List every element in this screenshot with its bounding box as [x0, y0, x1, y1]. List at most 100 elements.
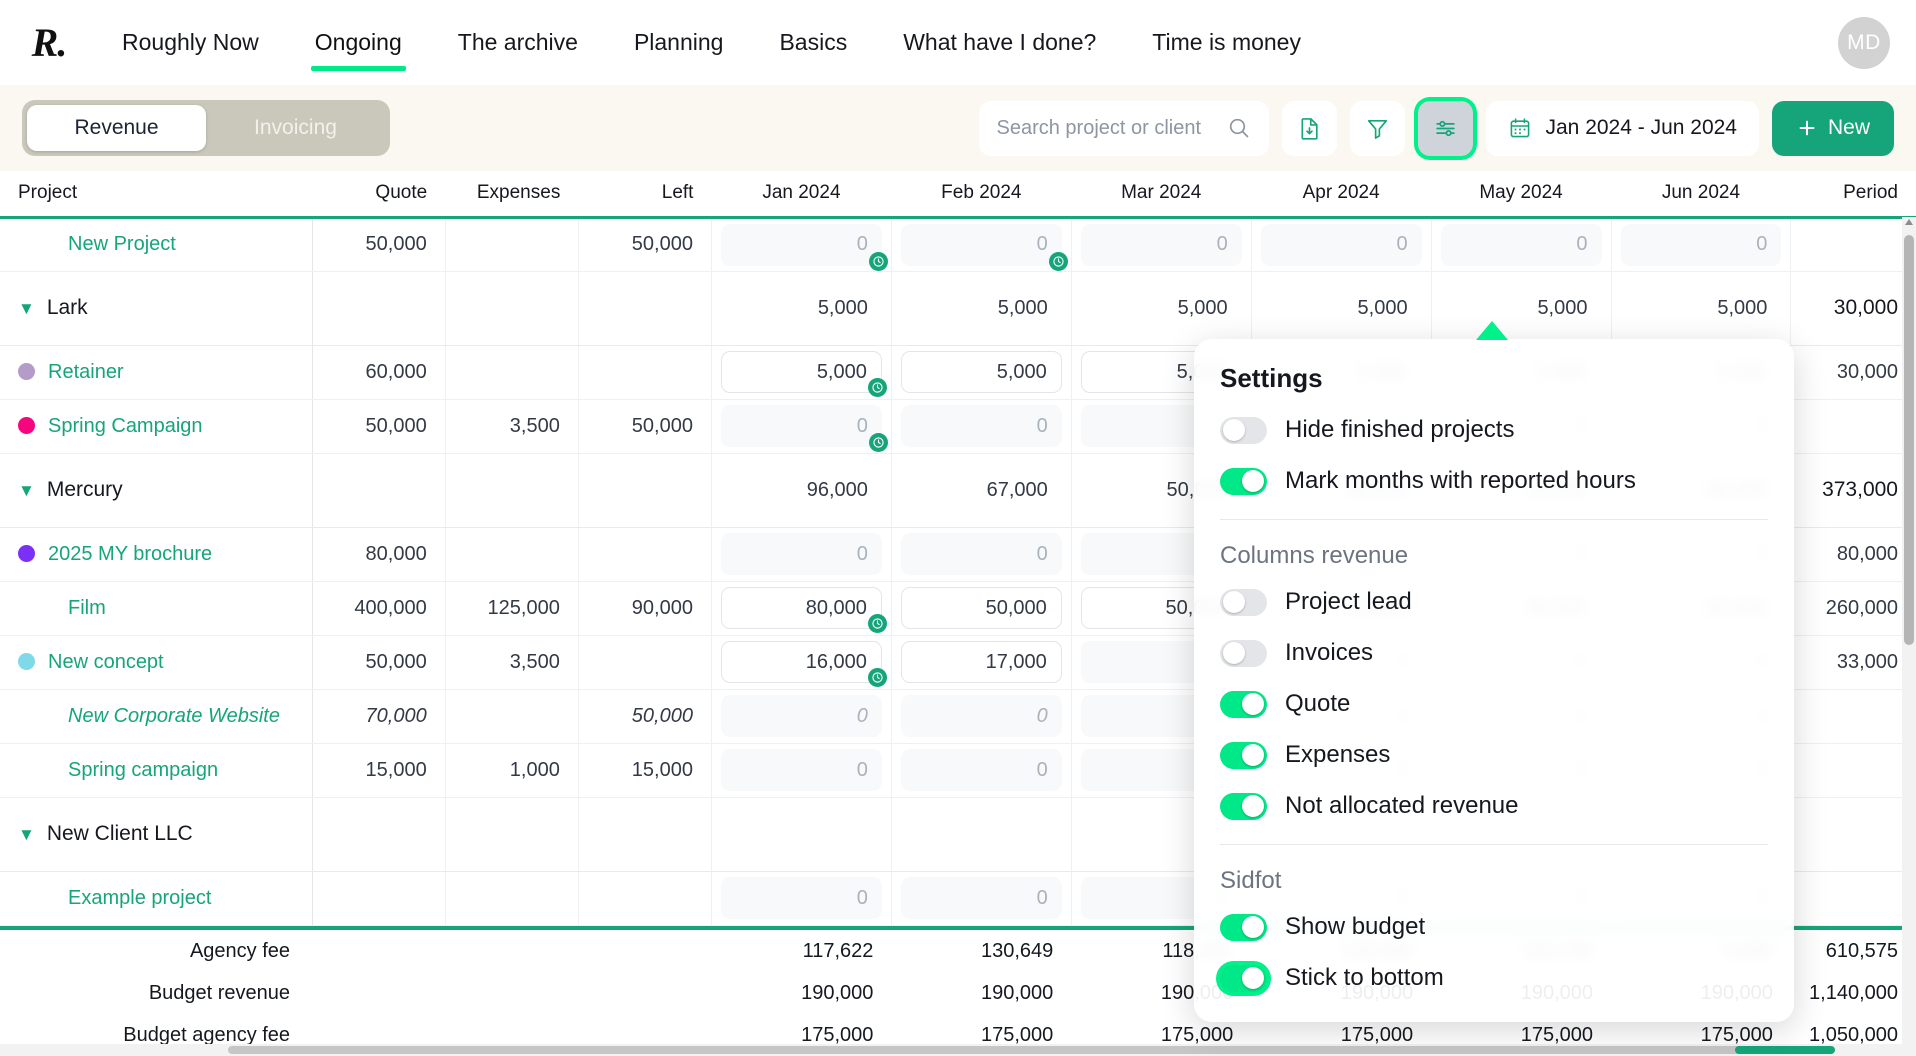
nav-item-roughly-now[interactable]: Roughly Now: [120, 23, 261, 62]
cell-month-1[interactable]: 96,000: [711, 453, 892, 528]
cell-expenses[interactable]: 125,000: [445, 581, 579, 636]
cell-month-2[interactable]: 0: [891, 743, 1072, 798]
cell-left[interactable]: [578, 453, 712, 528]
cell-quote[interactable]: 70,000: [312, 689, 446, 744]
month-input[interactable]: 0: [720, 877, 882, 919]
cell-month-2[interactable]: 0: [891, 217, 1072, 272]
cell-project-name[interactable]: New concept: [0, 635, 313, 690]
cell-month-1[interactable]: 5,000: [711, 345, 892, 400]
cell-month-1[interactable]: 5,000: [711, 271, 892, 346]
footer-toggle-show-budget[interactable]: Show budget: [1220, 913, 1768, 941]
cell-left[interactable]: [578, 635, 712, 690]
month-input[interactable]: 5,000: [720, 351, 887, 397]
column-header-month-4[interactable]: Apr 2024: [1251, 171, 1432, 219]
cell-project-name[interactable]: New Project: [0, 217, 313, 272]
cell-month-5[interactable]: 5,000: [1431, 271, 1612, 346]
project-name-label[interactable]: Spring Campaign: [48, 415, 203, 437]
toggle-switch[interactable]: [1220, 741, 1267, 769]
month-input[interactable]: 5,000: [900, 351, 1062, 393]
cell-period[interactable]: 33,000: [1790, 635, 1916, 690]
project-name-label[interactable]: New Project: [68, 233, 176, 255]
cell-project-name[interactable]: Spring Campaign: [0, 399, 313, 454]
search-input[interactable]: Search project or client: [978, 100, 1269, 156]
month-input[interactable]: 0: [720, 695, 882, 737]
month-input[interactable]: 0: [1620, 223, 1782, 266]
chevron-down-icon[interactable]: ▼: [18, 299, 35, 319]
cell-month-1[interactable]: 0: [711, 399, 892, 454]
cell-quote[interactable]: 50,000: [312, 635, 446, 690]
cell-period[interactable]: 373,000: [1790, 453, 1916, 528]
cell-quote[interactable]: 400,000: [312, 581, 446, 636]
month-input[interactable]: 17,000: [900, 641, 1062, 683]
cell-month-2[interactable]: 5,000: [891, 345, 1072, 400]
cell-period[interactable]: 80,000: [1790, 527, 1916, 582]
column-header-month-1[interactable]: Jan 2024: [711, 171, 892, 219]
cell-expenses[interactable]: 1,000: [445, 743, 579, 798]
cell-period[interactable]: [1790, 217, 1916, 272]
month-input[interactable]: 0: [900, 405, 1062, 447]
chevron-down-icon[interactable]: ▼: [18, 825, 35, 845]
tab-invoicing[interactable]: Invoicing: [206, 105, 385, 151]
cell-left[interactable]: [578, 345, 712, 400]
cell-month-1[interactable]: 80,000: [711, 581, 892, 636]
column-header-month-5[interactable]: May 2024: [1431, 171, 1611, 219]
cell-left[interactable]: 15,000: [578, 743, 712, 798]
month-input[interactable]: 50,000: [900, 587, 1062, 629]
cell-project-name[interactable]: Example project: [0, 871, 313, 926]
scroll-up-arrow-icon[interactable]: [1905, 219, 1913, 225]
cell-expenses[interactable]: 3,500: [445, 399, 579, 454]
month-input[interactable]: 0: [1080, 223, 1242, 266]
cell-month-2[interactable]: 67,000: [891, 453, 1072, 528]
cell-left[interactable]: [578, 527, 712, 582]
cell-period[interactable]: 30,000: [1790, 271, 1916, 346]
column-toggle-invoices[interactable]: Invoices: [1220, 639, 1768, 667]
cell-month-3[interactable]: 5,000: [1071, 271, 1252, 346]
cell-quote[interactable]: 15,000: [312, 743, 446, 798]
month-input[interactable]: 0: [900, 223, 1068, 271]
cell-month-4[interactable]: 5,000: [1251, 271, 1432, 346]
month-input[interactable]: 0: [900, 533, 1062, 575]
cell-expenses[interactable]: [445, 527, 579, 582]
column-header-quote[interactable]: Quote: [312, 171, 446, 219]
project-name-label[interactable]: New concept: [48, 651, 164, 673]
nav-item-the-archive[interactable]: The archive: [456, 23, 580, 62]
month-input[interactable]: 0: [720, 223, 888, 271]
horizontal-scrollbar-thumb[interactable]: [228, 1046, 1748, 1054]
toggle-switch[interactable]: [1220, 639, 1267, 667]
toggle-switch[interactable]: [1220, 913, 1267, 941]
view-settings-button[interactable]: [1417, 100, 1473, 156]
cell-month-2[interactable]: 5,000: [891, 271, 1072, 346]
project-name-label[interactable]: Film: [68, 597, 106, 619]
project-name-label[interactable]: Example project: [68, 887, 211, 909]
cell-month-2[interactable]: 50,000: [891, 581, 1072, 636]
nav-item-what-have-i-done[interactable]: What have I done?: [901, 23, 1098, 62]
cell-expenses[interactable]: [445, 217, 579, 272]
chevron-down-icon[interactable]: ▼: [18, 481, 35, 501]
toggle-switch[interactable]: [1220, 792, 1267, 820]
column-header-month-6[interactable]: Jun 2024: [1611, 171, 1791, 219]
cell-left[interactable]: 90,000: [578, 581, 712, 636]
horizontal-scrollbar[interactable]: [0, 1044, 1916, 1056]
nav-item-planning[interactable]: Planning: [632, 23, 726, 62]
cell-quote[interactable]: 50,000: [312, 217, 446, 272]
setting-mark-months-with-reported-hours[interactable]: Mark months with reported hours: [1220, 467, 1768, 495]
cell-project-name[interactable]: ▼ Mercury: [0, 453, 313, 528]
cell-period[interactable]: [1790, 399, 1916, 454]
column-header-expenses[interactable]: Expenses: [445, 171, 579, 219]
cell-project-name[interactable]: Spring campaign: [0, 743, 313, 798]
cell-month-6[interactable]: 5,000: [1611, 271, 1792, 346]
cell-expenses[interactable]: [445, 797, 579, 872]
month-input[interactable]: 80,000: [720, 587, 887, 633]
column-toggle-not-allocated-revenue[interactable]: Not allocated revenue: [1220, 792, 1768, 820]
toggle-switch[interactable]: [1220, 690, 1267, 718]
cell-left[interactable]: 50,000: [578, 689, 712, 744]
month-input[interactable]: 0: [900, 695, 1062, 737]
nav-item-time-is-money[interactable]: Time is money: [1150, 23, 1303, 62]
project-name-label[interactable]: New Corporate Website: [68, 705, 280, 727]
cell-project-name[interactable]: 2025 MY brochure: [0, 527, 313, 582]
toggle-switch[interactable]: [1220, 467, 1267, 495]
cell-project-name[interactable]: Retainer: [0, 345, 313, 400]
cell-expenses[interactable]: [445, 689, 579, 744]
cell-month-6[interactable]: 0: [1611, 217, 1792, 272]
cell-quote[interactable]: [312, 271, 446, 346]
